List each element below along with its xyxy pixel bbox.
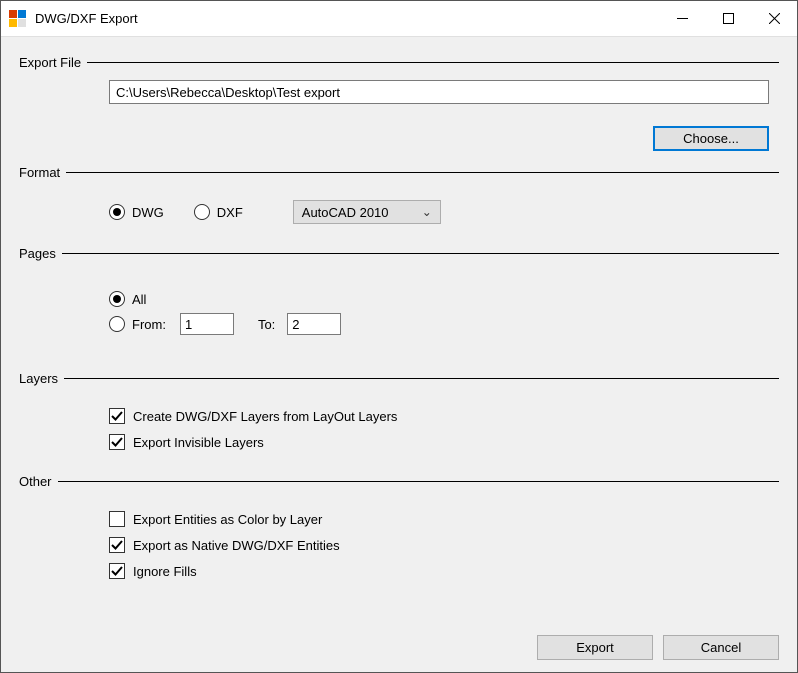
choose-button[interactable]: Choose... bbox=[653, 126, 769, 151]
format-dxf-radio[interactable]: DXF bbox=[194, 204, 243, 220]
checkbox-icon bbox=[109, 537, 125, 553]
dialog-content: Export File Choose... Format DWG bbox=[1, 37, 797, 631]
chevron-down-icon: ⌄ bbox=[422, 205, 432, 219]
close-button[interactable] bbox=[751, 1, 797, 36]
export-file-path-input[interactable] bbox=[109, 80, 769, 104]
other-label: Other bbox=[19, 474, 58, 489]
section-export-file: Export File Choose... bbox=[19, 55, 779, 155]
app-icon bbox=[9, 10, 27, 28]
export-button[interactable]: Export bbox=[537, 635, 653, 660]
format-dwg-label: DWG bbox=[132, 205, 164, 220]
minimize-button[interactable] bbox=[659, 1, 705, 36]
checkbox-icon bbox=[109, 511, 125, 527]
radio-icon bbox=[109, 204, 125, 220]
cancel-button[interactable]: Cancel bbox=[663, 635, 779, 660]
pages-label: Pages bbox=[19, 246, 62, 261]
divider bbox=[62, 253, 779, 254]
format-label: Format bbox=[19, 165, 66, 180]
native-entities-label: Export as Native DWG/DXF Entities bbox=[133, 538, 340, 553]
pages-from-label: From: bbox=[132, 317, 166, 332]
export-invisible-label: Export Invisible Layers bbox=[133, 435, 264, 450]
format-version-select[interactable]: AutoCAD 2010 ⌄ bbox=[293, 200, 441, 224]
color-by-layer-label: Export Entities as Color by Layer bbox=[133, 512, 322, 527]
native-entities-checkbox[interactable]: Export as Native DWG/DXF Entities bbox=[109, 537, 769, 553]
pages-to-label: To: bbox=[258, 317, 275, 332]
titlebar: DWG/DXF Export bbox=[1, 1, 797, 37]
window-title: DWG/DXF Export bbox=[35, 11, 138, 26]
layers-label: Layers bbox=[19, 371, 64, 386]
section-layers: Layers Create DWG/DXF Layers from LayOut… bbox=[19, 371, 779, 464]
checkbox-icon bbox=[109, 408, 125, 424]
maximize-button[interactable] bbox=[705, 1, 751, 36]
create-layers-label: Create DWG/DXF Layers from LayOut Layers bbox=[133, 409, 397, 424]
format-dwg-radio[interactable]: DWG bbox=[109, 204, 164, 220]
dialog-footer: Export Cancel bbox=[1, 631, 797, 672]
checkbox-icon bbox=[109, 434, 125, 450]
radio-icon bbox=[109, 291, 125, 307]
section-pages: Pages All From: To: bbox=[19, 246, 779, 361]
section-format: Format DWG DXF AutoCAD 2010 ⌄ bbox=[19, 165, 779, 236]
window-controls bbox=[659, 1, 797, 36]
export-file-label: Export File bbox=[19, 55, 87, 70]
format-version-value: AutoCAD 2010 bbox=[302, 205, 389, 220]
export-invisible-checkbox[interactable]: Export Invisible Layers bbox=[109, 434, 769, 450]
pages-all-radio[interactable]: All bbox=[109, 291, 146, 307]
color-by-layer-checkbox[interactable]: Export Entities as Color by Layer bbox=[109, 511, 769, 527]
checkbox-icon bbox=[109, 563, 125, 579]
divider bbox=[87, 62, 779, 63]
ignore-fills-label: Ignore Fills bbox=[133, 564, 197, 579]
section-other: Other Export Entities as Color by Layer … bbox=[19, 474, 779, 589]
divider bbox=[64, 378, 779, 379]
pages-to-input[interactable] bbox=[287, 313, 341, 335]
pages-from-input[interactable] bbox=[180, 313, 234, 335]
divider bbox=[58, 481, 779, 482]
format-dxf-label: DXF bbox=[217, 205, 243, 220]
ignore-fills-checkbox[interactable]: Ignore Fills bbox=[109, 563, 769, 579]
divider bbox=[66, 172, 779, 173]
dialog-window: DWG/DXF Export Export File Choos bbox=[0, 0, 798, 673]
pages-from-radio[interactable]: From: bbox=[109, 316, 166, 332]
pages-all-label: All bbox=[132, 292, 146, 307]
radio-icon bbox=[109, 316, 125, 332]
radio-icon bbox=[194, 204, 210, 220]
create-layers-checkbox[interactable]: Create DWG/DXF Layers from LayOut Layers bbox=[109, 408, 769, 424]
